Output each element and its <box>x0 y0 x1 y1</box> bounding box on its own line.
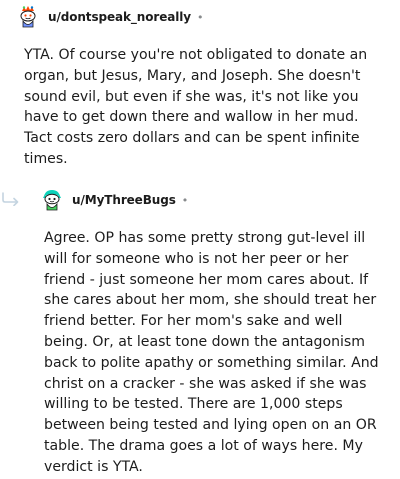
reply-arrow-icon <box>2 192 19 206</box>
username-link[interactable]: u/dontspeak_noreally <box>48 10 191 24</box>
comment-header: u/MyThreeBugs • <box>40 184 188 216</box>
comment-header: u/dontspeak_noreally • <box>16 1 203 33</box>
username-link[interactable]: u/MyThreeBugs <box>72 193 176 207</box>
comment-body: Agree. OP has some pretty strong gut-lev… <box>44 230 379 475</box>
comment-body: YTA. Of course you're not obligated to d… <box>24 47 368 167</box>
snoo-avatar-icon[interactable] <box>40 188 64 212</box>
meta-separator: • <box>181 193 189 207</box>
snoo-avatar-icon[interactable] <box>16 5 40 29</box>
meta-separator: • <box>196 10 204 24</box>
